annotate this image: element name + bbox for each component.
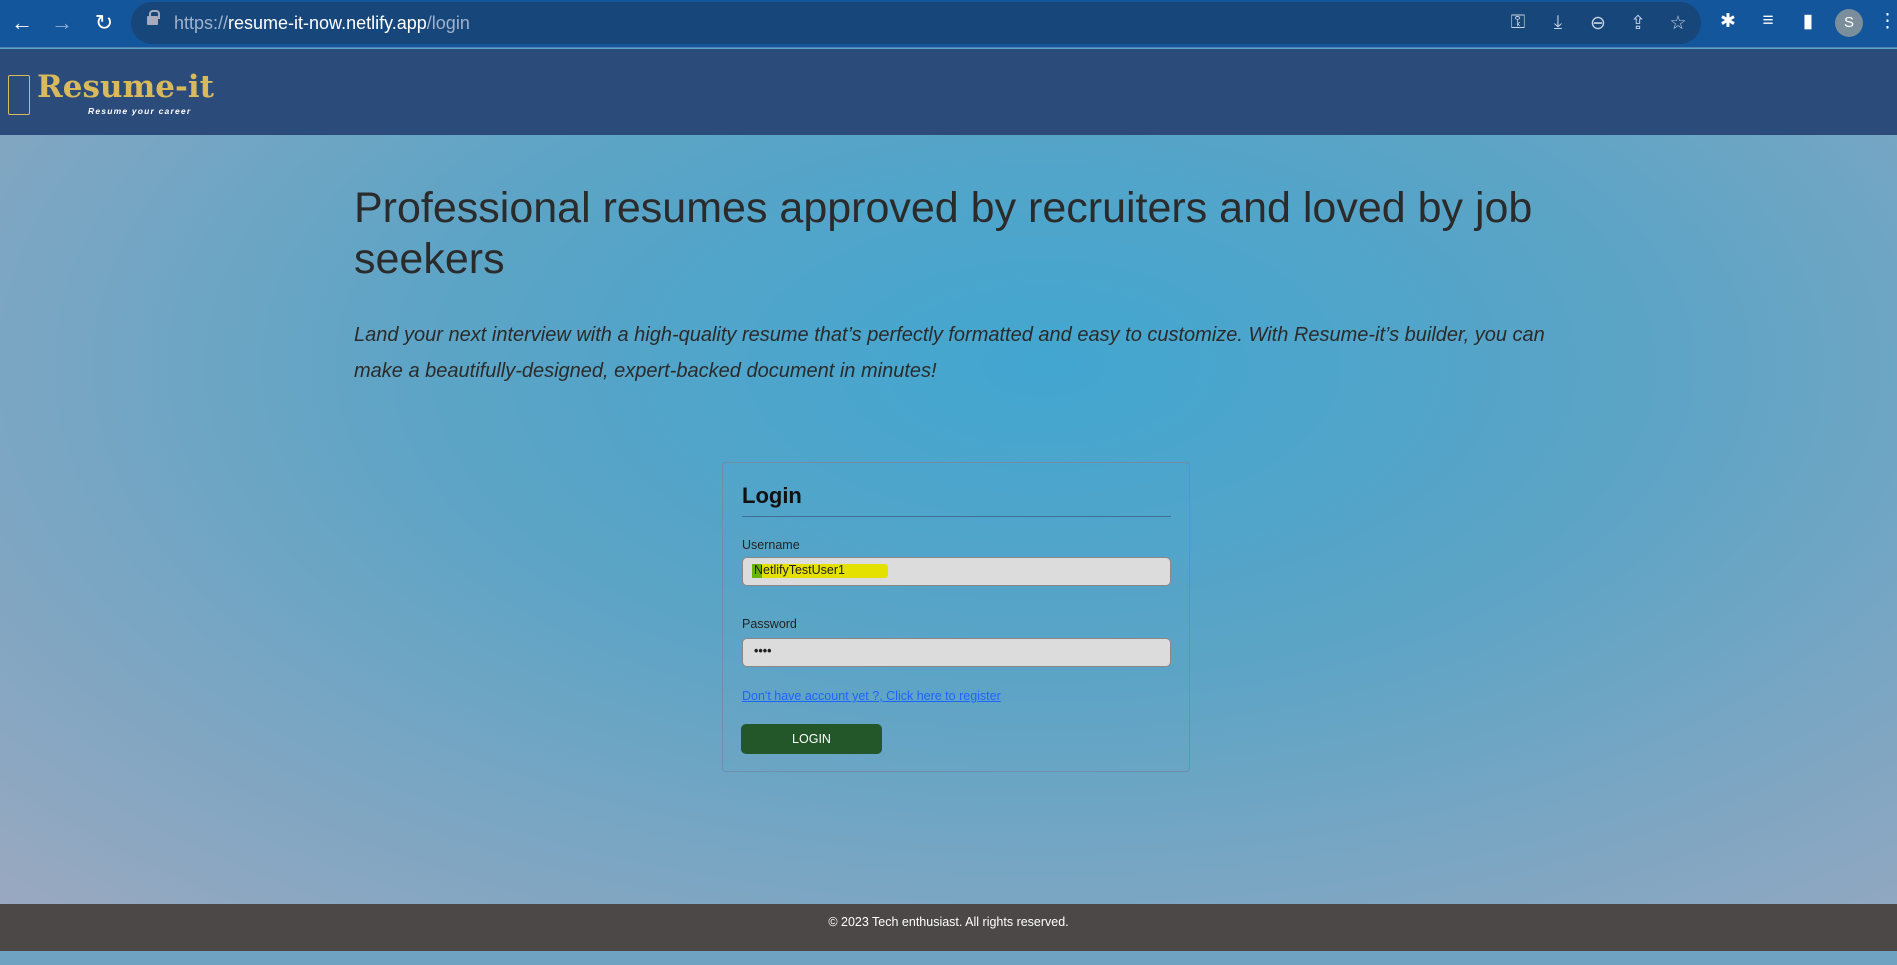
avatar[interactable]: S [1835, 9, 1863, 37]
tagline: Resume your career [88, 106, 192, 116]
zoom-out-icon[interactable]: ⊖ [1585, 12, 1611, 35]
username-label: Username [742, 538, 800, 552]
login-card: Login Username NetlifyTestUser1 Password… [722, 462, 1190, 772]
lock-icon [147, 10, 160, 25]
password-input[interactable]: •••• [742, 638, 1171, 667]
page-title: Professional resumes approved by recruit… [354, 184, 1533, 283]
login-title: Login [742, 483, 802, 508]
reload-icon[interactable]: ↻ [90, 10, 118, 36]
username-input[interactable]: NetlifyTestUser1 [742, 557, 1171, 586]
hero-subtitle: Land your next interview with a high-qua… [354, 324, 1545, 382]
browser-toolbar: ← → ↻ https://resume-it-now.netlify.app/… [0, 0, 1897, 48]
star-icon[interactable]: ☆ [1665, 12, 1691, 35]
install-icon[interactable]: ⤓ [1545, 12, 1571, 34]
media-icon[interactable]: ≡ [1755, 10, 1781, 32]
copyright-text: © 2023 Tech enthusiast. All rights reser… [828, 915, 1069, 929]
back-icon[interactable]: ← [8, 10, 36, 36]
forward-icon[interactable]: → [48, 10, 76, 36]
divider [742, 516, 1171, 517]
page-bottom [0, 951, 1897, 965]
address-bar[interactable]: https://resume-it-now.netlify.app/login … [131, 2, 1701, 44]
clipboard-logo-icon [8, 75, 30, 115]
logo[interactable]: Resume-it [37, 69, 214, 105]
footer: © 2023 Tech enthusiast. All rights reser… [0, 904, 1897, 951]
key-icon[interactable]: ⚿ [1505, 12, 1531, 34]
share-icon[interactable]: ⇪ [1625, 12, 1651, 35]
url-text: https://resume-it-now.netlify.app/login [174, 13, 470, 33]
login-button[interactable]: LOGIN [741, 724, 882, 754]
main-content: Professional resumes approved by recruit… [0, 135, 1897, 904]
site-header: Resume-it Resume your career [0, 49, 1897, 135]
password-label: Password [742, 617, 797, 631]
extensions-icon[interactable]: ✱ [1715, 10, 1741, 33]
menu-icon[interactable]: ⋮ [1878, 10, 1897, 33]
register-link[interactable]: Don't have account yet ?, Click here to … [742, 689, 1001, 703]
side-panel-icon[interactable]: ▮ [1795, 10, 1821, 33]
